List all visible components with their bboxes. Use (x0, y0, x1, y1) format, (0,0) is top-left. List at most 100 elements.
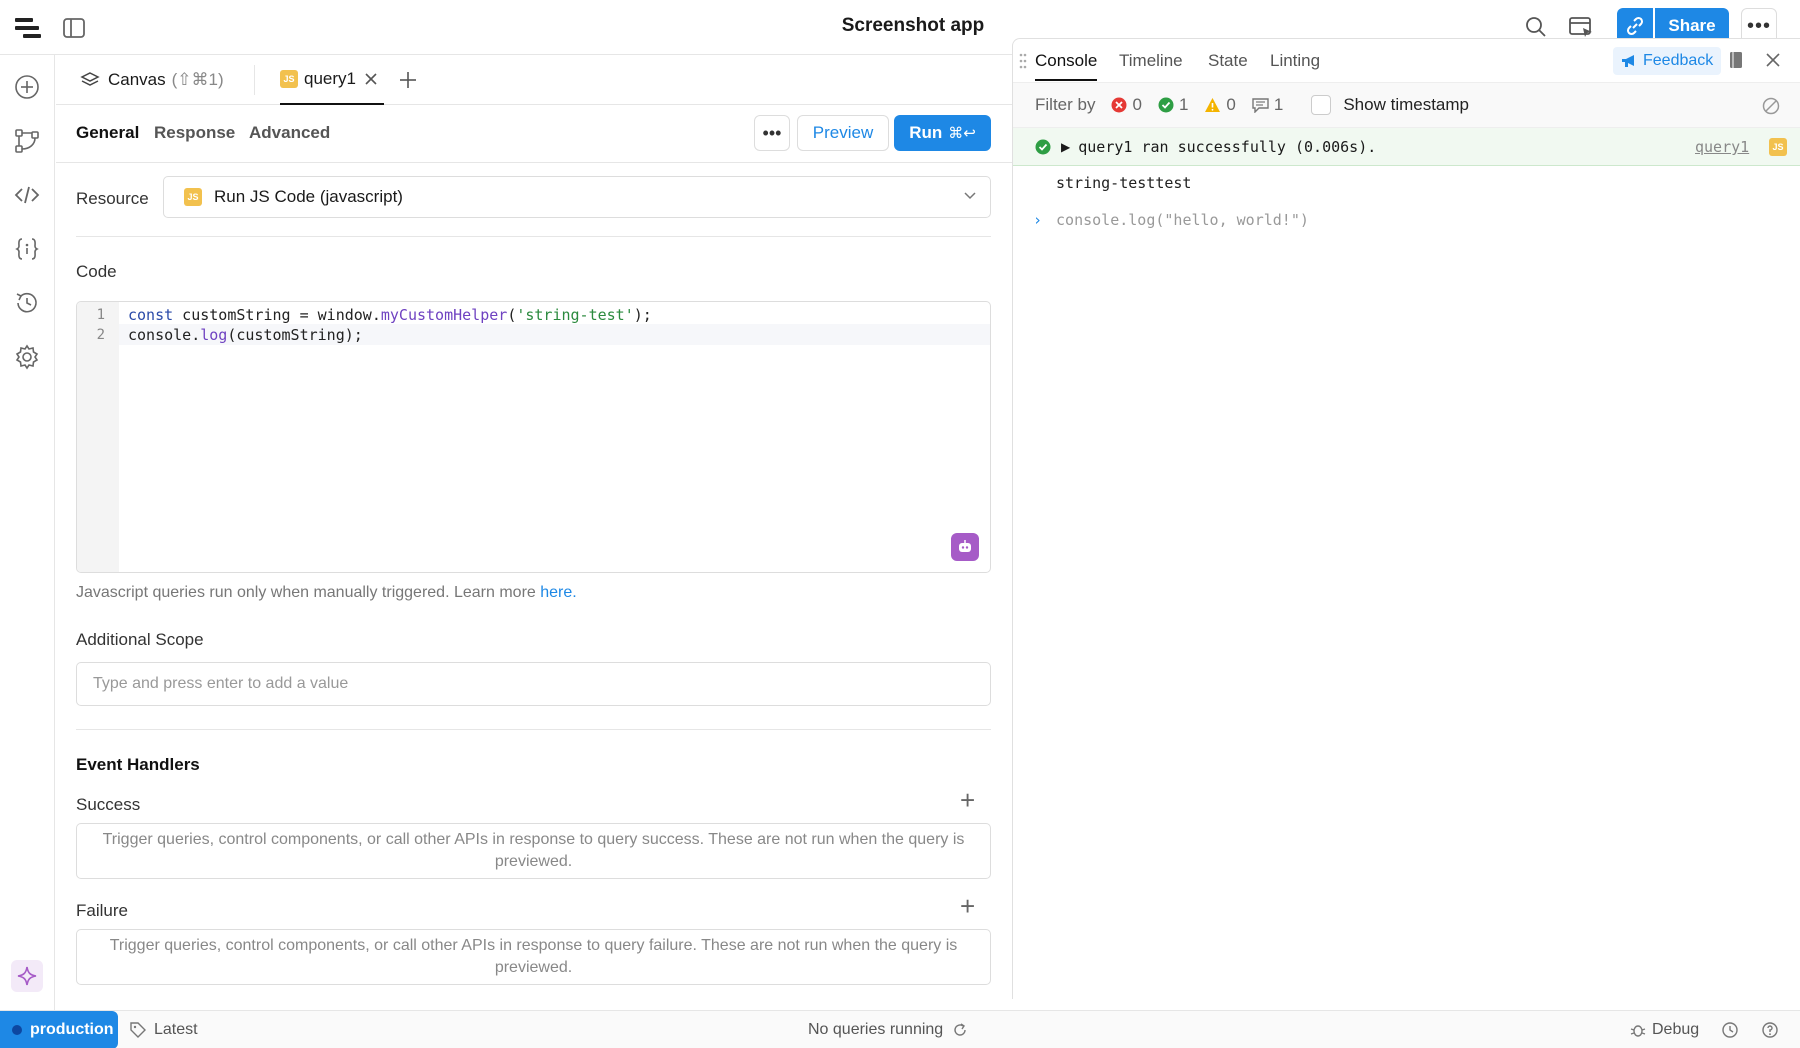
success-check-icon (1035, 139, 1051, 155)
success-label: Success (76, 795, 141, 814)
drag-handle-icon[interactable] (1019, 53, 1027, 69)
tab-linting[interactable]: Linting (1270, 51, 1320, 71)
history-clock-icon[interactable] (1722, 1022, 1738, 1038)
state-braces-icon[interactable] (12, 234, 42, 264)
tab-canvas-shortcut: (⇧⌘1) (171, 70, 224, 89)
console-tabs: Console Timeline State Linting Feedback (1013, 39, 1800, 83)
preview-button[interactable]: Preview (797, 115, 889, 151)
console-log-success[interactable]: ▶ query1 ran successfully (0.006s). quer… (1013, 128, 1800, 166)
add-success-handler-icon[interactable]: + (960, 785, 975, 816)
error-icon (1111, 97, 1127, 113)
warning-icon (1204, 97, 1221, 113)
run-label: Run (909, 123, 943, 142)
divider (76, 729, 991, 730)
tab-state[interactable]: State (1208, 51, 1248, 71)
history-icon[interactable] (12, 288, 42, 318)
line-number: 1 (96, 307, 105, 323)
add-component-icon[interactable] (12, 72, 42, 102)
debug-button[interactable]: Debug (1630, 1021, 1699, 1039)
status-bar: production Latest No queries running Deb… (0, 1010, 1800, 1048)
warning-count: 0 (1226, 95, 1236, 114)
code-editor[interactable]: 1 2 const customString = window.myCustom… (76, 301, 991, 573)
js-badge-icon: JS (280, 70, 298, 88)
js-resource-icon: JS (184, 188, 202, 206)
console-output: string-testtest (1056, 174, 1192, 192)
query1-link[interactable]: query1 (1695, 138, 1749, 156)
learn-more-link[interactable]: here. (540, 584, 576, 601)
console-input-text: console.log("hello, world!") (1056, 211, 1309, 229)
console-input[interactable]: › console.log("hello, world!") (1033, 211, 1309, 229)
tab-query1[interactable]: JS query1 (280, 55, 384, 105)
filter-logs[interactable]: 1 (1252, 95, 1283, 115)
console-panel: Console Timeline State Linting Feedback … (1012, 38, 1800, 999)
tree-icon[interactable] (12, 126, 42, 156)
failure-label: Failure (76, 901, 128, 920)
feedback-button[interactable]: Feedback (1613, 47, 1722, 75)
close-tab-icon[interactable] (364, 72, 378, 86)
bug-icon (1630, 1022, 1646, 1038)
query-editor: Canvas (⇧⌘1) JS query1 General Response … (56, 55, 1012, 1010)
event-handlers-heading: Event Handlers (76, 755, 200, 774)
subtab-advanced[interactable]: Advanced (249, 123, 330, 143)
divider (76, 236, 991, 237)
resource-select[interactable]: JS Run JS Code (javascript) (163, 176, 991, 218)
code-icon[interactable] (12, 180, 42, 210)
environment-dot (12, 1025, 22, 1035)
success-message: query1 ran successfully (0.006s). (1078, 137, 1377, 156)
filter-errors[interactable]: 0 (1111, 95, 1142, 115)
success-icon (1158, 97, 1174, 113)
search-icon[interactable] (1523, 14, 1549, 40)
query-subtabs: General Response Advanced ••• Preview Ru… (56, 105, 1012, 163)
feedback-label: Feedback (1643, 52, 1714, 69)
code-label: Code (76, 262, 117, 281)
resource-label: Resource (76, 189, 149, 208)
tab-canvas-label: Canvas (108, 70, 166, 89)
help-text: Javascript queries run only when manuall… (76, 584, 577, 602)
additional-scope-input[interactable]: Type and press enter to add a value (76, 662, 991, 706)
expand-triangle-icon[interactable]: ▶ (1061, 140, 1070, 154)
success-handlers-empty: Trigger queries, control components, or … (76, 823, 991, 879)
filter-warnings[interactable]: 0 (1204, 95, 1236, 115)
chevron-down-icon (964, 191, 976, 201)
settings-gear-icon[interactable] (12, 342, 42, 372)
tag-icon (130, 1022, 146, 1038)
close-console-icon[interactable] (1765, 52, 1781, 68)
success-count: 1 (1178, 95, 1189, 114)
help-text-body: Javascript queries run only when manuall… (76, 584, 541, 601)
resource-value: Run JS Code (javascript) (214, 187, 403, 206)
query-options-button[interactable]: ••• (754, 115, 790, 151)
subtab-response[interactable]: Response (154, 123, 235, 143)
show-timestamp-label: Show timestamp (1343, 95, 1470, 114)
code-line-2: console.log(customString); (128, 326, 363, 344)
js-badge-icon: JS (1769, 138, 1787, 156)
add-tab-icon[interactable] (399, 55, 417, 105)
editor-tabs: Canvas (⇧⌘1) JS query1 (56, 55, 1012, 105)
prompt-chevron-icon: › (1033, 211, 1043, 229)
subtab-general[interactable]: General (76, 123, 139, 143)
environment-badge[interactable]: production (0, 1011, 118, 1048)
tab-timeline[interactable]: Timeline (1119, 51, 1183, 71)
line-number: 2 (96, 327, 105, 343)
ai-sparkle-button[interactable] (11, 960, 43, 992)
tab-canvas[interactable]: Canvas (⇧⌘1) (80, 55, 224, 105)
megaphone-icon (1621, 54, 1637, 68)
run-button[interactable]: Run ⌘↩ (894, 115, 991, 151)
filter-label: Filter by (1035, 95, 1096, 114)
additional-scope-label: Additional Scope (76, 630, 204, 649)
version-tag[interactable]: Latest (130, 1021, 198, 1039)
ai-assistant-button[interactable] (951, 533, 979, 561)
preview-app-icon[interactable] (1567, 14, 1595, 40)
layers-icon (80, 71, 100, 89)
debug-label: Debug (1652, 1021, 1700, 1038)
version-label: Latest (154, 1021, 198, 1038)
show-timestamp-checkbox[interactable] (1311, 95, 1332, 115)
refresh-icon[interactable] (953, 1023, 967, 1037)
tab-console[interactable]: Console (1035, 51, 1098, 81)
add-failure-handler-icon[interactable]: + (960, 891, 975, 922)
filter-success[interactable]: 1 (1158, 95, 1188, 115)
help-icon[interactable] (1762, 1022, 1778, 1038)
query-status: No queries running (808, 1021, 967, 1039)
clear-console-icon[interactable] (1762, 97, 1780, 115)
book-icon[interactable] (1729, 51, 1743, 69)
log-message-icon (1252, 97, 1269, 113)
